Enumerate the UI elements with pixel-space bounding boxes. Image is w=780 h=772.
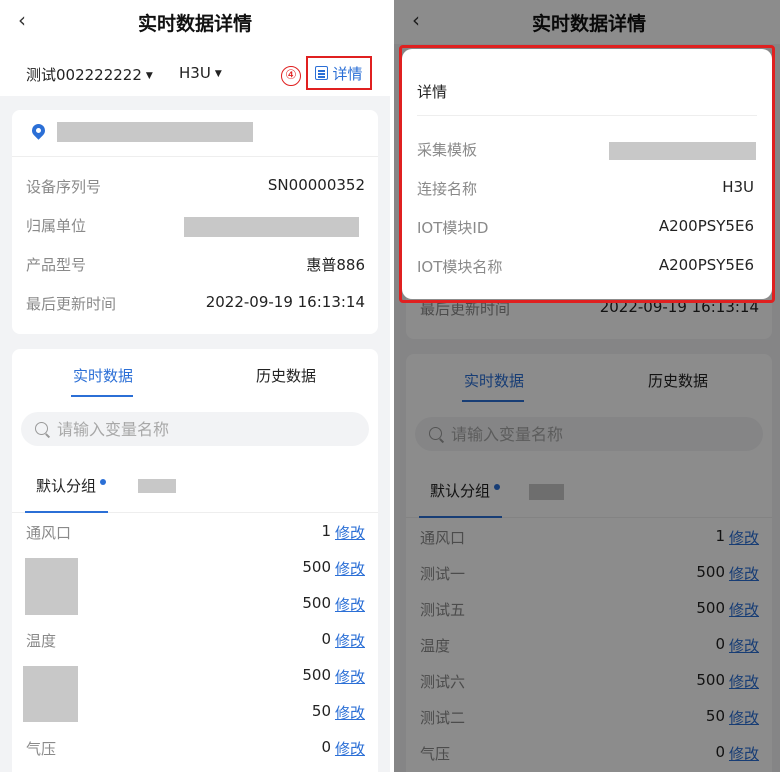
variable-value: 500 — [302, 666, 331, 684]
variable-row: 50 修改 — [12, 694, 378, 730]
connection-selector-label: H3U — [179, 64, 211, 82]
variable-value: 500 — [302, 594, 331, 612]
model-value: 惠普886 — [306, 256, 365, 274]
owner-row: 归属单位 — [12, 207, 378, 246]
highlight-frame — [399, 45, 775, 303]
updated-label: 最后更新时间 — [26, 295, 117, 313]
location-pin-icon — [29, 121, 48, 140]
search-input[interactable] — [57, 412, 357, 446]
edit-link[interactable]: 修改 — [335, 594, 365, 615]
detail-button[interactable]: 详情 — [306, 56, 372, 90]
serial-value: SN00000352 — [267, 176, 365, 194]
redacted-owner — [184, 217, 359, 237]
owner-label: 归属单位 — [26, 217, 87, 235]
tab-underline — [71, 395, 133, 397]
edit-link[interactable]: 修改 — [335, 666, 365, 687]
connection-selector[interactable]: H3U ▼ — [179, 64, 222, 82]
search-icon — [35, 422, 48, 435]
edit-link[interactable]: 修改 — [335, 702, 365, 723]
edit-link[interactable]: 修改 — [335, 738, 365, 759]
tab-realtime[interactable]: 实时数据 — [73, 365, 133, 386]
device-selector[interactable]: 测试002222222 ▼ — [26, 64, 153, 85]
device-info-card: 设备序列号 SN00000352 归属单位 产品型号 惠普886 最后更新时间 … — [12, 110, 378, 334]
redacted-group-tab[interactable] — [138, 479, 176, 493]
variable-row: 500 修改 — [12, 550, 378, 586]
edit-link[interactable]: 修改 — [335, 522, 365, 543]
edit-link[interactable]: 修改 — [335, 558, 365, 579]
variable-name: 通风口 — [26, 524, 72, 542]
group-tab-label: 默认分组 — [36, 477, 97, 495]
variable-name: 气压 — [26, 740, 57, 758]
variable-value: 0 — [321, 630, 331, 648]
updated-row: 最后更新时间 2022-09-19 16:13:14 — [12, 285, 378, 324]
group-underline — [25, 511, 108, 513]
data-card: 实时数据 历史数据 默认分组 通风口1修改500修改500修改温度0修改500修… — [12, 349, 378, 772]
device-selector-label: 测试002222222 — [26, 66, 142, 84]
group-tabs: 默认分组 — [12, 459, 378, 513]
step-badge: ④ — [281, 66, 301, 86]
variable-row: 通风口 1 修改 — [12, 514, 378, 550]
caret-down-icon: ▼ — [145, 71, 153, 81]
variable-value: 0 — [321, 738, 331, 756]
screen-right: ‹ 实时数据详情 最后更新时间 2022-09-19 16:13:14 实时数据… — [394, 0, 780, 772]
serial-label: 设备序列号 — [26, 178, 102, 196]
variable-row: 气压 0 修改 — [12, 730, 378, 766]
edit-link[interactable]: 修改 — [335, 630, 365, 651]
dot-badge — [100, 479, 107, 485]
variable-value: 500 — [302, 558, 331, 576]
search-box — [21, 412, 369, 446]
model-label: 产品型号 — [26, 256, 87, 274]
variable-row: 500 修改 — [12, 586, 378, 622]
caret-down-icon: ▼ — [214, 69, 222, 79]
tab-history[interactable]: 历史数据 — [256, 365, 316, 386]
variable-value: 1 — [321, 522, 331, 540]
serial-row: 设备序列号 SN00000352 — [12, 168, 378, 207]
variable-row: 温度 0 修改 — [12, 622, 378, 658]
page-title: 实时数据详情 — [137, 13, 252, 35]
nav-bar: ‹ 实时数据详情 — [0, 0, 390, 44]
variable-name: 温度 — [26, 632, 57, 650]
location-row — [12, 110, 378, 157]
model-row: 产品型号 惠普886 — [12, 246, 378, 285]
list-icon — [315, 66, 329, 80]
variable-row: 500 修改 — [12, 658, 378, 694]
group-tab-default[interactable]: 默认分组 — [36, 475, 107, 496]
detail-button-label: 详情 — [332, 64, 363, 83]
screen-left: ‹ 实时数据详情 测试002222222 ▼ H3U ▼ ④ 详情 设备序列号 SN… — [0, 0, 390, 772]
variable-value: 50 — [311, 702, 331, 720]
redacted-location — [57, 122, 253, 142]
selector-bar: 测试002222222 ▼ H3U ▼ ④ 详情 — [0, 44, 390, 96]
updated-value: 2022-09-19 16:13:14 — [205, 293, 365, 311]
